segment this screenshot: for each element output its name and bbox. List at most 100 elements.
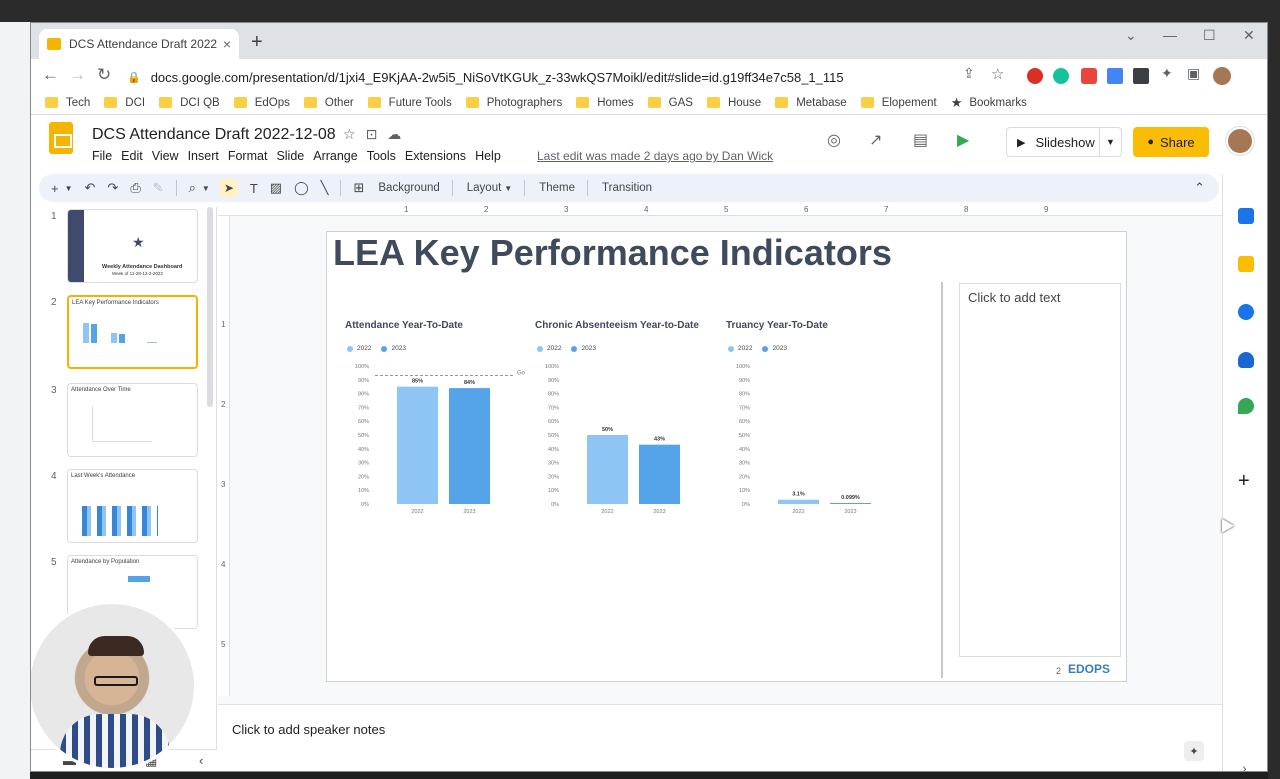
undo-icon[interactable]: ↶: [85, 180, 96, 196]
grammarly-extension-icon[interactable]: [1053, 68, 1069, 84]
contacts-icon[interactable]: [1238, 352, 1254, 368]
menu-format[interactable]: Format: [228, 149, 268, 163]
last-edit-link[interactable]: Last edit was made 2 days ago by Dan Wic…: [537, 149, 773, 163]
profile-avatar-small[interactable]: [1213, 67, 1231, 85]
collapse-toolbar-icon[interactable]: ⌃: [1194, 180, 1205, 196]
cloud-status-icon[interactable]: ☁: [387, 126, 411, 142]
chart-truancy[interactable]: Truancy Year-To-Date 2022 2023 0% 10% 20% 3…: [726, 320, 906, 540]
chart-chronic-absenteeism[interactable]: Chronic Absenteeism Year-to-Date 2022 20…: [535, 320, 715, 540]
menu-help[interactable]: Help: [475, 149, 501, 163]
activity-trend-icon[interactable]: ↗: [869, 130, 882, 150]
select-cursor-icon[interactable]: ➤: [219, 179, 238, 197]
document-title[interactable]: DCS Attendance Draft 2022-12-08: [92, 126, 336, 144]
filmstrip-slide-1[interactable]: 1 ★ Weekly Attendance Dashboard Week of …: [31, 209, 217, 289]
comments-icon[interactable]: ▤: [913, 130, 928, 150]
url-bar[interactable]: 🔒 docs.google.com/presentation/d/1jxi4_E…: [127, 64, 955, 90]
move-folder-icon[interactable]: ⊡: [366, 126, 388, 142]
forward-icon[interactable]: →: [69, 65, 86, 85]
current-slide[interactable]: LEA Key Performance Indicators Attendanc…: [326, 231, 1127, 682]
maximize-icon[interactable]: ☐: [1203, 27, 1216, 44]
bookmark-star-icon[interactable]: ☆: [991, 65, 1004, 83]
calendar-icon[interactable]: [1238, 208, 1254, 224]
slideshow-button[interactable]: ▶ Slideshow ▼: [1006, 127, 1122, 157]
text-box-icon[interactable]: T: [250, 181, 258, 196]
menu-edit[interactable]: Edit: [121, 149, 143, 163]
bookmark-metabase[interactable]: Metabase: [775, 97, 847, 109]
bookmark-house[interactable]: House: [706, 97, 761, 109]
share-button[interactable]: ● Share: [1133, 127, 1209, 157]
star-doc-icon[interactable]: ☆: [343, 126, 366, 142]
zoom-icon[interactable]: ⌕: [189, 180, 196, 196]
share-page-icon[interactable]: ⇪: [963, 65, 975, 82]
filmstrip-slide-3[interactable]: 3 Attendance Over Time: [31, 383, 217, 463]
hide-panel-icon[interactable]: ›: [1242, 760, 1247, 771]
keep-icon[interactable]: [1238, 256, 1254, 272]
text-placeholder-box[interactable]: Click to add text: [959, 283, 1121, 657]
opera-extension-icon[interactable]: [1027, 68, 1043, 84]
menu-view[interactable]: View: [152, 149, 179, 163]
bookmark-future-tools[interactable]: Future Tools: [367, 97, 452, 109]
minimize-icon[interactable]: —: [1163, 27, 1177, 43]
slide-title[interactable]: LEA Key Performance Indicators: [333, 232, 892, 274]
bookmark-other[interactable]: Other: [303, 97, 354, 109]
menu-tools[interactable]: Tools: [367, 149, 396, 163]
present-mode-icon[interactable]: ◎: [827, 130, 841, 150]
get-addons-icon[interactable]: +: [1238, 470, 1250, 493]
new-slide-icon[interactable]: +: [51, 181, 59, 196]
tag-extension-icon[interactable]: [1133, 68, 1149, 84]
slideshow-dropdown-icon[interactable]: ▼: [1099, 128, 1121, 156]
filmstrip-slide-2[interactable]: 2 LEA Key Performance Indicators: [31, 295, 217, 375]
meet-icon[interactable]: ▶: [957, 130, 969, 150]
tab-close-icon[interactable]: ×: [223, 36, 231, 52]
redo-icon[interactable]: ↷: [107, 180, 118, 196]
zoom-dropdown-icon[interactable]: ▼: [202, 184, 210, 193]
slide-thumbnail[interactable]: Attendance Over Time: [67, 383, 198, 457]
close-window-icon[interactable]: ✕: [1243, 27, 1255, 44]
collapse-filmstrip-icon[interactable]: ‹: [199, 753, 203, 768]
bookmark-photographers[interactable]: Photographers: [465, 97, 562, 109]
explore-icon[interactable]: ✦: [1184, 741, 1204, 761]
tasks-icon[interactable]: [1238, 304, 1254, 320]
speaker-notes[interactable]: Click to add speaker notes ✦: [218, 704, 1222, 771]
bookmark-dci-qb[interactable]: DCI QB: [159, 97, 220, 109]
menu-extensions[interactable]: Extensions: [405, 149, 466, 163]
transition-button[interactable]: Transition: [602, 182, 652, 194]
google-slides-logo-icon[interactable]: [49, 122, 73, 154]
menu-arrange[interactable]: Arrange: [313, 149, 357, 163]
bookmark-edops[interactable]: EdOps: [233, 97, 290, 109]
menu-slide[interactable]: Slide: [276, 149, 304, 163]
bookmark-homes[interactable]: Homes: [576, 97, 634, 109]
filmstrip-slide-4[interactable]: 4 Last Week's Attendance: [31, 469, 217, 549]
menu-insert[interactable]: Insert: [188, 149, 219, 163]
reload-icon[interactable]: ↻: [97, 65, 111, 85]
line-icon[interactable]: ╲: [321, 180, 329, 196]
layout-button[interactable]: Layout: [467, 182, 502, 194]
image-icon[interactable]: ▨: [270, 180, 282, 196]
theme-button[interactable]: Theme: [539, 182, 575, 194]
slide-thumbnail[interactable]: ★ Weekly Attendance Dashboard Week of 11…: [67, 209, 198, 283]
extensions-puzzle-icon[interactable]: ✦: [1161, 65, 1173, 82]
print-icon[interactable]: ⎙: [130, 180, 140, 196]
chart-attendance[interactable]: Attendance Year-To-Date 2022 2023 0% 10% 2…: [345, 320, 525, 540]
maps-icon[interactable]: [1238, 398, 1254, 414]
shape-icon[interactable]: ◯: [294, 180, 309, 196]
menu-file[interactable]: File: [92, 149, 112, 163]
layout-dropdown-icon[interactable]: ▼: [504, 184, 512, 193]
comment-add-icon[interactable]: ⊞: [353, 180, 364, 196]
tab-search-icon[interactable]: ⌄: [1125, 27, 1137, 44]
bookmark-elopement[interactable]: Elopement: [860, 97, 937, 109]
sidepanel-icon[interactable]: ▣: [1187, 65, 1200, 82]
back-icon[interactable]: ←: [42, 65, 59, 85]
background-button[interactable]: Background: [378, 182, 439, 194]
new-tab-button[interactable]: +: [251, 31, 263, 54]
bookmark-gas[interactable]: GAS: [647, 97, 693, 109]
drive-extension-icon[interactable]: [1107, 68, 1123, 84]
bookmark-bookmarks[interactable]: ★ Bookmarks: [951, 95, 1027, 111]
bookmark-tech[interactable]: Tech: [45, 97, 90, 109]
shield-extension-icon[interactable]: [1081, 68, 1097, 84]
account-avatar[interactable]: [1226, 127, 1254, 155]
paint-format-icon[interactable]: ✎: [153, 180, 164, 196]
new-slide-dropdown-icon[interactable]: ▼: [65, 184, 73, 193]
slide-thumbnail-selected[interactable]: LEA Key Performance Indicators: [67, 295, 198, 369]
bookmark-dci[interactable]: DCI: [104, 97, 145, 109]
